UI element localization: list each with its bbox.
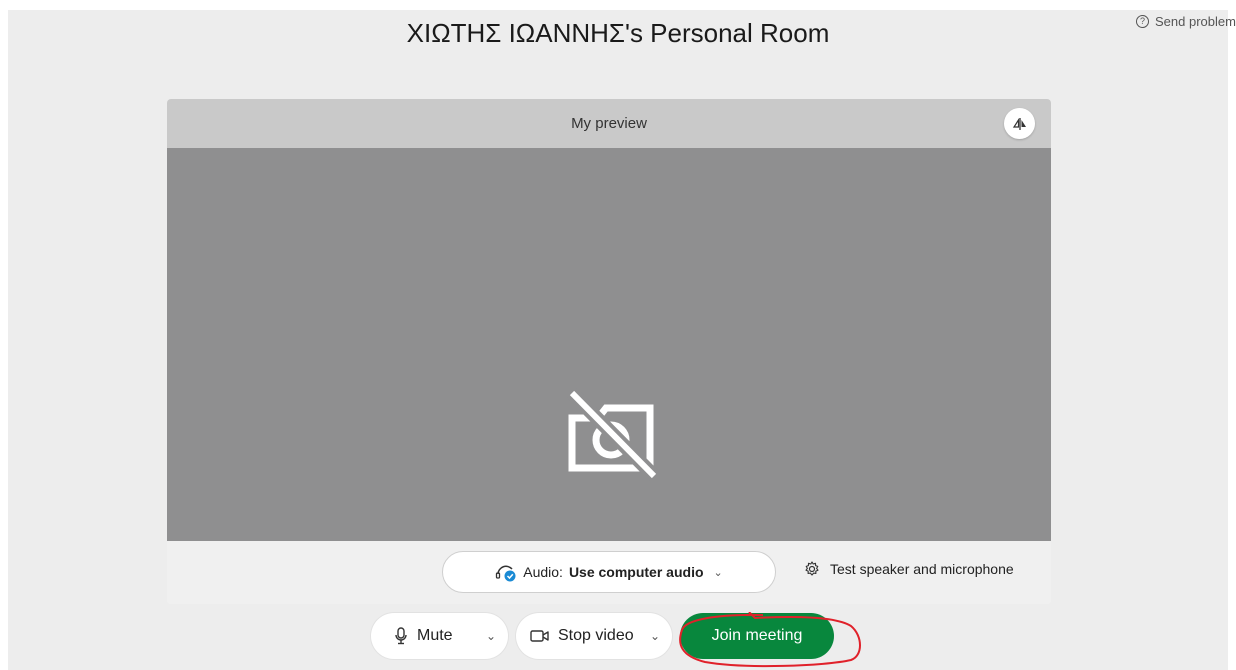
audio-connection-dropdown[interactable]: Audio: Use computer audio ⌄ bbox=[442, 551, 776, 593]
mute-button[interactable]: Mute ⌄ bbox=[371, 613, 508, 659]
mirror-video-button[interactable] bbox=[1004, 108, 1035, 139]
video-camera-icon bbox=[530, 630, 549, 642]
join-meeting-label: Join meeting bbox=[711, 627, 803, 644]
mute-label: Mute bbox=[417, 627, 453, 644]
audio-controls-strip: Audio: Use computer audio ⌄ Test speaker… bbox=[167, 541, 1051, 604]
headset-check-icon bbox=[496, 565, 516, 582]
preview-card: My preview Audio: Use computer audio ⌄ T… bbox=[167, 99, 1051, 604]
mirror-flip-icon bbox=[1012, 117, 1026, 130]
chevron-down-icon[interactable]: ⌄ bbox=[486, 629, 496, 643]
audio-selected-value: Use computer audio bbox=[568, 564, 704, 580]
test-speaker-mic-link[interactable]: Test speaker and microphone bbox=[804, 561, 1014, 577]
gear-icon bbox=[805, 561, 819, 576]
audio-prefix-label: Audio: bbox=[523, 564, 563, 580]
join-meeting-button[interactable]: Join meeting bbox=[680, 613, 834, 659]
meeting-controls-bar: Mute ⌄ Stop video ⌄ Join meeting bbox=[371, 613, 834, 659]
video-preview-area bbox=[167, 148, 1051, 541]
preview-title: My preview bbox=[571, 115, 647, 132]
test-speaker-label: Test speaker and microphone bbox=[830, 561, 1014, 577]
meeting-lobby-page: ? Send problem ΧΙΩΤΗΣ ΙΩΑΝΝΗΣ's Personal… bbox=[8, 10, 1236, 670]
camera-off-icon bbox=[567, 388, 659, 481]
stop-video-button[interactable]: Stop video ⌄ bbox=[516, 613, 672, 659]
chevron-down-icon[interactable]: ⌄ bbox=[650, 629, 660, 643]
page-title: ΧΙΩΤΗΣ ΙΩΑΝΝΗΣ's Personal Room bbox=[406, 18, 830, 48]
stop-video-label: Stop video bbox=[558, 627, 634, 644]
microphone-icon bbox=[395, 627, 407, 645]
preview-header: My preview bbox=[167, 99, 1051, 148]
chevron-down-icon: ⌄ bbox=[713, 566, 723, 579]
screenshot-stage: ? Send problem ΧΙΩΤΗΣ ΙΩΑΝΝΗΣ's Personal… bbox=[0, 0, 1236, 670]
